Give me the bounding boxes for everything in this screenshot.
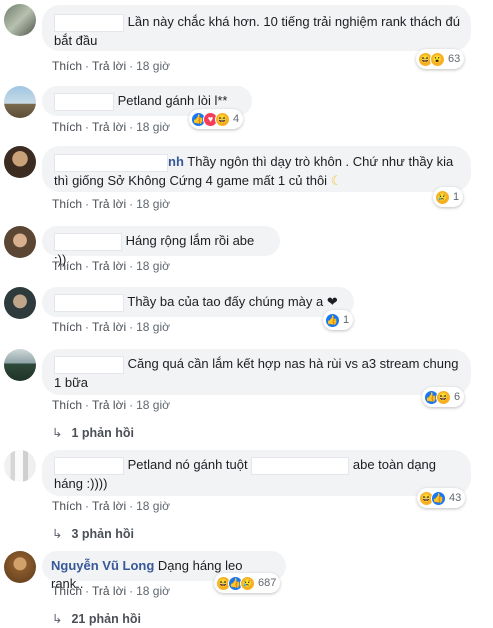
author-name[interactable]: nh <box>168 154 184 169</box>
haha-icon: 😆 <box>215 111 230 127</box>
comment-bubble: Thầy ba của tao đấy chúng mày a ❤ <box>42 287 354 317</box>
reaction-summary[interactable]: 👍 1 <box>323 310 354 330</box>
redacted-mention <box>251 456 350 475</box>
replies-count: 3 phản hồi <box>71 527 134 541</box>
haha-icon: 😆 <box>436 389 451 405</box>
redacted-name <box>54 355 124 374</box>
replies-count: 21 phản hồi <box>71 612 141 626</box>
redacted-name <box>54 456 124 475</box>
reply-link[interactable]: Trả lời <box>92 197 126 211</box>
reaction-summary[interactable]: 😆 😮 63 <box>416 49 465 69</box>
reaction-summary[interactable]: 😆 👍 43 <box>417 488 466 508</box>
timestamp[interactable]: 18 giờ <box>136 120 170 134</box>
reply-link[interactable]: Trả lời <box>92 259 126 273</box>
reaction-summary[interactable]: 👍 😆 6 <box>422 387 465 407</box>
reaction-summary[interactable]: 😆 👍 😢 687 <box>214 573 281 593</box>
like-link[interactable]: Thích <box>52 584 82 598</box>
comment-bubble: Lần này chắc khá hơn. 10 tiếng trải nghi… <box>42 5 471 51</box>
reaction-count: 687 <box>258 577 277 589</box>
avatar[interactable] <box>4 551 36 583</box>
reply-arrow-icon: ↳ <box>52 612 63 626</box>
reaction-count: 63 <box>448 53 461 65</box>
timestamp[interactable]: 18 giờ <box>136 197 170 211</box>
reply-link[interactable]: Trả lời <box>92 320 126 334</box>
author-name[interactable]: Nguyễn Vũ Long <box>51 558 154 573</box>
timestamp[interactable]: 18 giờ <box>136 259 170 273</box>
reply-link[interactable]: Trả lời <box>92 499 126 513</box>
comment-text: Petland gánh lòi l** <box>117 93 228 108</box>
avatar[interactable] <box>4 349 36 381</box>
comment-bubble: Petland nó gánh tuột abe toàn dạng háng … <box>42 450 471 496</box>
timestamp[interactable]: 18 giờ <box>136 320 170 334</box>
comment-actions: Thích · Trả lời · 18 giờ <box>52 197 170 211</box>
comment-actions: Thích · Trả lời · 18 giờ <box>52 320 170 334</box>
wow-icon: 😮 <box>430 51 445 67</box>
reaction-count: 6 <box>454 391 461 403</box>
avatar[interactable] <box>4 86 36 118</box>
timestamp[interactable]: 18 giờ <box>136 499 170 513</box>
timestamp[interactable]: 18 giờ <box>136 59 170 73</box>
redacted-name <box>54 92 114 111</box>
reaction-count: 43 <box>449 492 462 504</box>
like-link[interactable]: Thích <box>52 59 82 73</box>
comment-bubble: nh Thầy ngôn thì dạy trò khôn . Chứ như … <box>42 146 471 192</box>
like-link[interactable]: Thích <box>52 398 82 412</box>
comment-actions: Thích · Trả lời · 18 giờ <box>52 259 170 273</box>
comment-actions: Thích · Trả lời · 18 giờ <box>52 584 170 598</box>
comment-actions: Thích · Trả lời · 18 giờ <box>52 59 170 73</box>
redacted-name <box>54 153 168 172</box>
view-replies-link[interactable]: ↳ 21 phản hồi <box>52 611 141 626</box>
timestamp[interactable]: 18 giờ <box>136 584 170 598</box>
comment-text: Thầy ba của tao đấy chúng mày a ❤ <box>127 294 338 309</box>
reply-link[interactable]: Trả lời <box>92 398 126 412</box>
moon-emoji-icon: ☾ <box>330 172 343 188</box>
reply-link[interactable]: Trả lời <box>92 584 126 598</box>
comment-actions: Thích · Trả lời · 18 giờ <box>52 499 170 513</box>
like-link[interactable]: Thích <box>52 320 82 334</box>
reaction-count: 4 <box>233 113 240 125</box>
avatar[interactable] <box>4 146 36 178</box>
sad-icon: 😢 <box>435 189 450 205</box>
like-link[interactable]: Thích <box>52 120 82 134</box>
view-replies-link[interactable]: ↳ 3 phản hồi <box>52 526 134 541</box>
redacted-name <box>54 232 122 251</box>
avatar[interactable] <box>4 287 36 319</box>
reply-link[interactable]: Trả lời <box>92 120 126 134</box>
reply-link[interactable]: Trả lời <box>92 59 126 73</box>
like-link[interactable]: Thích <box>52 499 82 513</box>
avatar[interactable] <box>4 226 36 258</box>
reaction-summary[interactable]: 👍 ♥ 😆 4 <box>189 109 244 129</box>
comment-actions: Thích · Trả lời · 18 giờ <box>52 120 170 134</box>
replies-count: 1 phản hồi <box>71 426 134 440</box>
reply-arrow-icon: ↳ <box>52 426 63 440</box>
reply-arrow-icon: ↳ <box>52 527 63 541</box>
reaction-summary[interactable]: 😢 1 <box>433 187 464 207</box>
avatar[interactable] <box>4 4 36 36</box>
redacted-name <box>54 13 124 32</box>
timestamp[interactable]: 18 giờ <box>136 398 170 412</box>
comment-bubble: Háng rộng lắm rồi abe :)) <box>42 226 280 267</box>
redacted-name <box>54 293 124 312</box>
avatar[interactable] <box>4 450 36 482</box>
sad-icon: 😢 <box>240 575 255 591</box>
like-icon: 👍 <box>325 312 340 328</box>
comment-text-part-1: Petland nó gánh tuột <box>127 457 248 472</box>
reaction-count: 1 <box>453 191 460 203</box>
like-link[interactable]: Thích <box>52 259 82 273</box>
comment-bubble: Căng quá cần lắm kết hợp nas hà rùi vs a… <box>42 349 471 395</box>
comment-actions: Thích · Trả lời · 18 giờ <box>52 398 170 412</box>
reaction-count: 1 <box>343 314 350 326</box>
like-icon: 👍 <box>431 490 446 506</box>
view-replies-link[interactable]: ↳ 1 phản hồi <box>52 425 134 440</box>
like-link[interactable]: Thích <box>52 197 82 211</box>
